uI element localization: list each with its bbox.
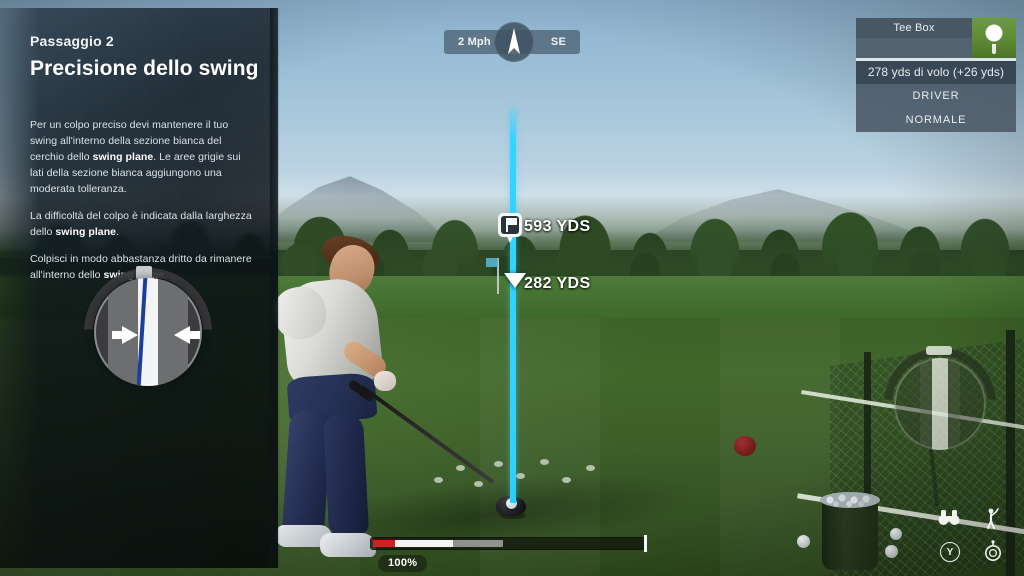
divot [456, 465, 465, 471]
golfer-figure-icon[interactable] [982, 508, 1000, 530]
swing-plane-dial-illustration [78, 266, 218, 408]
golfer-avatar [269, 225, 450, 576]
tutorial-panel-edge [270, 8, 280, 568]
power-grey-zone [453, 540, 503, 547]
swing-plane-dial-face [94, 278, 202, 386]
lie-meter [856, 38, 972, 58]
wind-indicator: 2 Mph SE [444, 22, 580, 62]
power-meter[interactable]: 100% [370, 534, 650, 574]
y-button-icon[interactable]: Y [940, 542, 960, 562]
world-swing-plane-gauge [880, 346, 1000, 507]
arrow-left-icon [174, 326, 190, 344]
net-post [864, 352, 871, 512]
tutorial-step-label: Passaggio 2 [30, 33, 114, 49]
club-selection[interactable]: DRIVER [856, 84, 1016, 108]
loose-ball [797, 535, 810, 548]
ball-bucket [822, 498, 878, 570]
pin-distance-label: 593 YDS [524, 218, 591, 235]
divot [474, 481, 483, 487]
carry-distance-label: 282 YDS [524, 275, 591, 292]
divot [516, 473, 525, 479]
tutorial-p2-part-c: . [116, 225, 120, 238]
game-screen: 593 YDS 282 YDS 2 Mph SE Tee Box 278 yds… [0, 0, 1024, 576]
swing-plane-tolerance-left [920, 358, 932, 450]
bucket-balls [820, 492, 880, 508]
wind-speed-label: 2 Mph [458, 36, 491, 48]
shot-type-selection[interactable]: NORMALE [856, 108, 1016, 132]
swing-plane-white-zone [932, 358, 948, 450]
aim-line [510, 108, 516, 503]
carry-readout: 278 yds di volo (+26 yds) [856, 61, 1016, 84]
divot [562, 477, 571, 483]
tutorial-p1-bold: swing plane [92, 150, 154, 163]
power-red-zone [373, 540, 395, 547]
golfer-leg-right [322, 414, 370, 536]
tutorial-paragraph-1: Per un colpo preciso devi mantenere il t… [30, 118, 256, 198]
distant-flag [486, 258, 498, 267]
hud-lie-left: Tee Box [856, 18, 972, 58]
swing-plane-face [894, 358, 986, 450]
golfer-shoe-right [320, 533, 376, 557]
divot [586, 465, 595, 471]
loose-ball [890, 528, 902, 540]
golf-ball-on-tee-icon [972, 18, 1016, 58]
divot [494, 461, 503, 467]
lie-label: Tee Box [856, 18, 972, 38]
stick-button-icon[interactable] [982, 540, 1004, 562]
loose-ball [885, 545, 898, 558]
wind-compass-dial [494, 22, 534, 62]
hud-lie-block: Tee Box [856, 18, 1016, 58]
red-target-marker [734, 436, 756, 456]
carry-triangle-icon [504, 273, 526, 288]
wind-direction-label: SE [550, 36, 566, 48]
corner-button-cluster: Y [938, 508, 1018, 572]
swing-plane-top-tick [926, 346, 952, 355]
divot-cluster [430, 455, 610, 495]
swing-plane-tolerance-right [948, 358, 960, 450]
binoculars-icon[interactable] [938, 510, 960, 526]
power-percent-label: 100% [378, 555, 428, 572]
tutorial-paragraph-2: La difficoltà del colpo è indicata dalla… [30, 209, 256, 241]
power-max-marker [644, 535, 647, 552]
arrow-right-icon [122, 326, 138, 344]
y-button-label: Y [946, 546, 954, 558]
golfer-glove [374, 371, 396, 391]
flag-pin-marker-icon [498, 213, 522, 243]
tutorial-title: Precisione dello swing [30, 57, 259, 80]
power-white-zone [395, 540, 453, 547]
shot-hud-panel: Tee Box 278 yds di volo (+26 yds) DRIVER… [856, 18, 1016, 132]
tutorial-p2-bold: swing plane [55, 225, 117, 238]
divot [540, 459, 549, 465]
